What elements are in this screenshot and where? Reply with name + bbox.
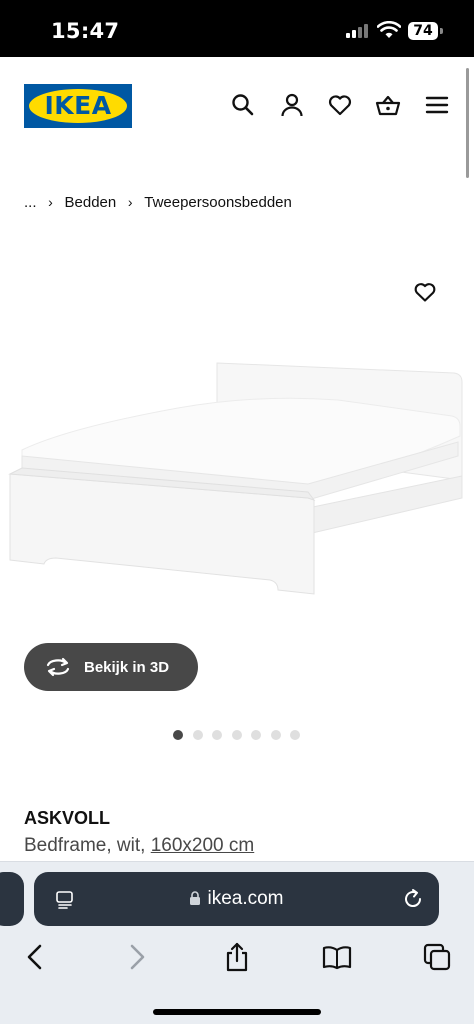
cellular-signal-icon — [346, 24, 372, 38]
address-bar[interactable]: ikea.com — [34, 872, 439, 926]
carousel-dot[interactable] — [290, 730, 300, 740]
carousel-dots — [173, 730, 310, 740]
browser-toolbar: ikea.com — [0, 861, 474, 1024]
carousel-dot[interactable] — [231, 730, 242, 740]
product-type: Bedframe, wit, — [24, 835, 151, 856]
share-icon[interactable] — [222, 942, 252, 972]
wifi-icon — [377, 21, 401, 38]
search-icon[interactable] — [230, 92, 256, 118]
url-display: ikea.com — [34, 872, 439, 926]
favorite-heart-icon[interactable] — [413, 280, 437, 304]
rotate-3d-icon — [46, 657, 70, 677]
previous-tab-preview[interactable] — [0, 872, 24, 926]
carousel-dot[interactable] — [192, 730, 203, 740]
breadcrumb-item-bedden[interactable]: Bedden — [65, 194, 117, 211]
reload-icon[interactable] — [402, 888, 424, 910]
forward-icon[interactable] — [122, 942, 152, 972]
product-description: Bedframe, wit, 160x200 cm — [24, 835, 254, 857]
view-in-3d-label: Bekijk in 3D — [84, 658, 170, 676]
breadcrumb-ellipsis[interactable]: ... — [24, 194, 37, 211]
url-text: ikea.com — [207, 888, 284, 909]
product-image-bed[interactable] — [8, 358, 466, 600]
cart-basket-icon[interactable] — [375, 92, 401, 118]
product-name: ASKVOLL — [24, 808, 111, 828]
view-in-3d-button[interactable]: Bekijk in 3D — [24, 643, 198, 691]
back-icon[interactable] — [20, 942, 50, 972]
status-bar: 15:47 74 — [0, 0, 474, 57]
carousel-dot[interactable] — [270, 730, 281, 740]
carousel-dot[interactable] — [212, 730, 222, 740]
scrollbar[interactable] — [466, 68, 469, 178]
battery-indicator: 74 — [408, 22, 438, 40]
ikea-logo[interactable]: IKEA — [24, 84, 132, 128]
chevron-right-icon: › — [127, 194, 133, 210]
bookmarks-icon[interactable] — [322, 942, 352, 972]
lock-icon — [190, 891, 201, 905]
site-header: IKEA — [0, 57, 474, 157]
tabs-icon[interactable] — [422, 942, 452, 972]
status-time: 15:47 — [51, 19, 120, 43]
logo-text: IKEA — [44, 91, 112, 120]
chevron-right-icon: › — [48, 194, 53, 210]
breadcrumb: ... › Bedden › Tweepersoonsbedden — [24, 192, 292, 212]
menu-icon[interactable] — [424, 92, 450, 118]
home-indicator — [153, 1009, 321, 1015]
product-size-link[interactable]: 160x200 cm — [151, 835, 255, 856]
account-icon[interactable] — [279, 92, 305, 118]
battery-tip — [440, 28, 443, 34]
wishlist-heart-icon[interactable] — [327, 92, 353, 118]
carousel-dot[interactable] — [251, 730, 261, 740]
breadcrumb-item-tweepersoonsbedden[interactable]: Tweepersoonsbedden — [144, 194, 292, 211]
carousel-dot[interactable] — [173, 730, 183, 740]
